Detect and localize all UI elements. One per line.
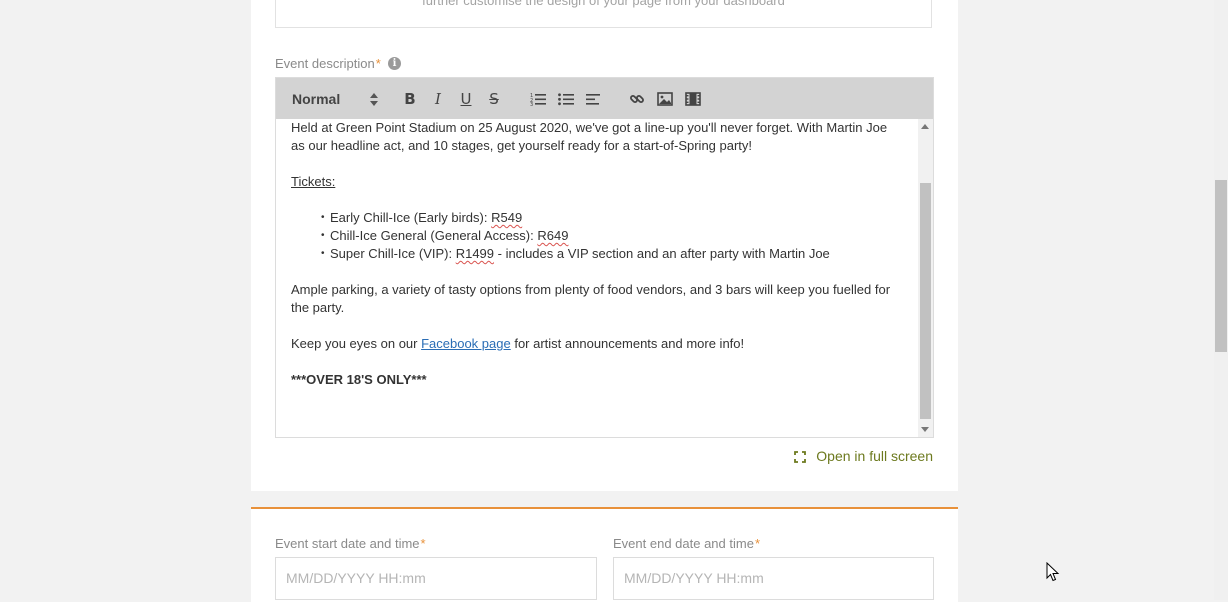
image-icon[interactable] — [657, 90, 673, 108]
ordered-list-icon[interactable]: 123 — [530, 90, 546, 108]
format-select[interactable]: Normal — [292, 89, 378, 109]
tickets-list: Early Chill-Ice (Early birds): R549 Chil… — [321, 209, 830, 263]
editor-scrollbar-thumb[interactable] — [920, 183, 931, 419]
underline-icon[interactable]: U — [459, 90, 473, 108]
facebook-paragraph: Keep you eyes on our Facebook page for a… — [291, 336, 745, 351]
tickets-heading: Tickets: — [291, 174, 336, 189]
open-fullscreen-button[interactable]: Open in full screen — [794, 447, 933, 465]
end-date-input[interactable]: MM/DD/YYYY HH:mm — [613, 557, 934, 600]
video-icon[interactable] — [685, 90, 701, 108]
date-time-card: Event start date and time* MM/DD/YYYY HH… — [251, 507, 958, 602]
expand-icon — [794, 450, 807, 463]
editor-scrollbar[interactable] — [918, 119, 933, 437]
strikethrough-icon[interactable]: S — [487, 90, 501, 108]
age-notice: ***OVER 18'S ONLY*** — [291, 372, 427, 387]
info-icon[interactable]: i — [388, 57, 401, 70]
parking-paragraph: Ample parking, a variety of tasty option… — [291, 282, 891, 315]
design-help-box: further customise the design of your pag… — [275, 0, 932, 28]
scroll-up-arrow-icon[interactable] — [921, 124, 929, 129]
start-date-label: Event start date and time* — [275, 536, 426, 551]
design-help-text: further customise the design of your pag… — [422, 0, 785, 8]
editor-toolbar: Normal B I U S 123 — [276, 78, 933, 119]
end-date-label: Event end date and time* — [613, 536, 760, 551]
required-mark: * — [754, 536, 760, 551]
scroll-down-arrow-icon[interactable] — [921, 427, 929, 432]
list-item: Chill-Ice General (General Access): R649 — [321, 227, 830, 245]
required-mark: * — [420, 536, 426, 551]
svg-text:3: 3 — [530, 102, 533, 106]
page-scrollbar-thumb[interactable] — [1215, 180, 1227, 352]
description-card: further customise the design of your pag… — [251, 0, 958, 491]
italic-icon[interactable]: I — [431, 90, 445, 108]
rich-text-editor[interactable]: Normal B I U S 123 Held at Green Point S… — [275, 77, 934, 438]
editor-content[interactable]: Held at Green Point Stadium on 25 August… — [276, 119, 917, 437]
link-icon[interactable] — [629, 90, 645, 108]
bullet-list-icon[interactable] — [558, 90, 574, 108]
select-arrows-icon — [370, 90, 378, 106]
start-date-input[interactable]: MM/DD/YYYY HH:mm — [275, 557, 597, 600]
description-label: Event description* — [275, 56, 381, 71]
page-scrollbar[interactable] — [1214, 0, 1228, 600]
list-item: Early Chill-Ice (Early birds): R549 — [321, 209, 830, 227]
intro-paragraph: Held at Green Point Stadium on 25 August… — [291, 120, 888, 153]
facebook-link[interactable]: Facebook page — [421, 336, 511, 351]
mouse-cursor-icon — [1046, 561, 1060, 582]
list-item: Super Chill-Ice (VIP): R1499 - includes … — [321, 245, 830, 263]
align-icon[interactable] — [586, 90, 602, 108]
bold-icon[interactable]: B — [403, 90, 417, 108]
required-mark: * — [375, 56, 381, 71]
